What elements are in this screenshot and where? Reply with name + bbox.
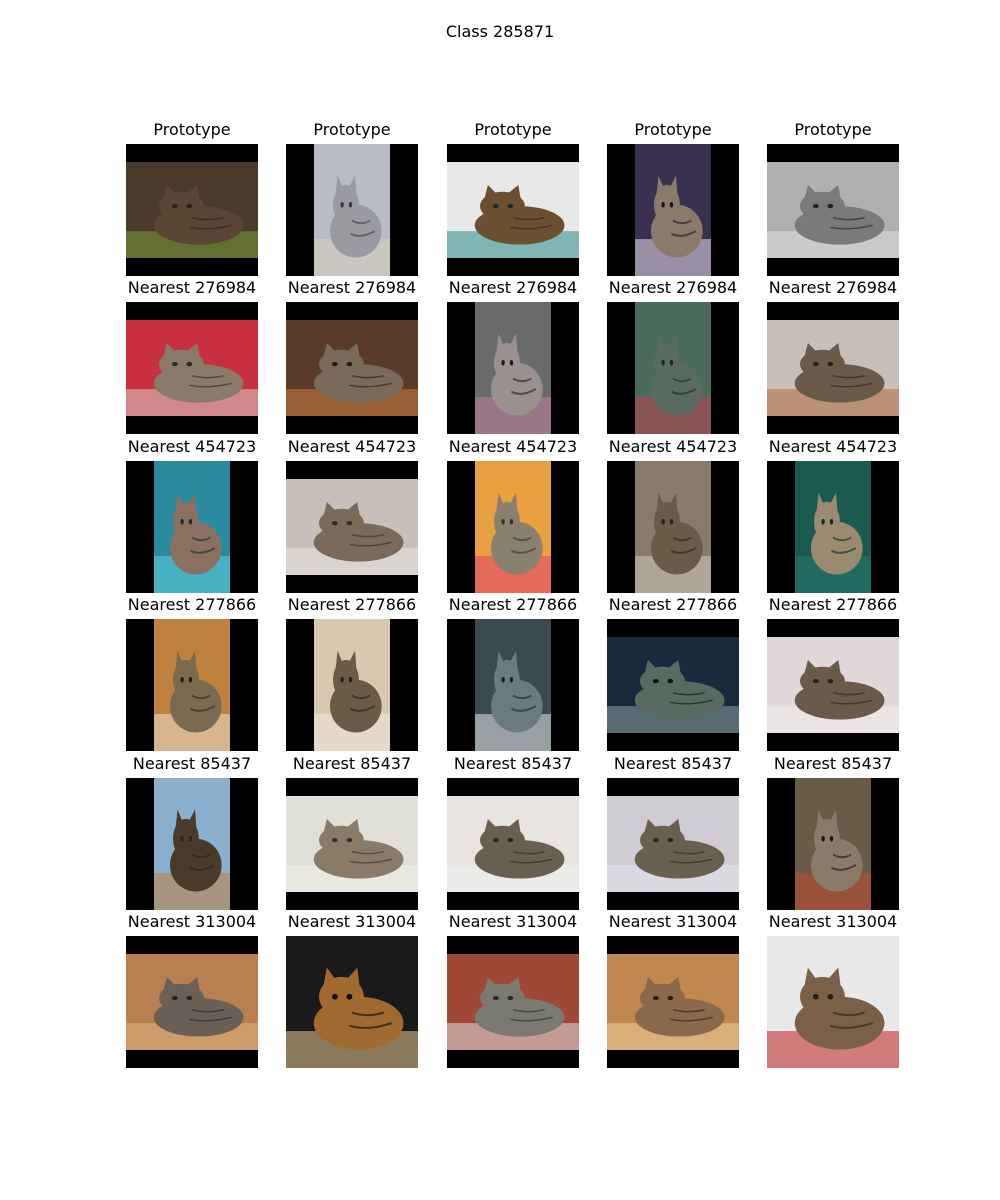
cat-photo-panel	[286, 619, 418, 751]
cat-photo	[767, 162, 899, 258]
cat-photo	[795, 778, 871, 910]
cat-photo-panel	[767, 619, 899, 751]
cat-photo-panel	[126, 778, 258, 910]
cat-photo	[475, 619, 551, 751]
cat-photo	[607, 796, 739, 892]
cat-photo-panel	[126, 936, 258, 1068]
cat-photo	[767, 936, 899, 1068]
cat-photo	[154, 619, 230, 751]
cat-photo	[447, 796, 579, 892]
panel-label: Prototype	[794, 120, 872, 139]
cat-photo-panel	[607, 461, 739, 593]
panel-label: Nearest 313004	[768, 912, 898, 931]
cat-photo	[154, 461, 230, 593]
cat-photo-panel	[286, 144, 418, 276]
cat-photo	[795, 461, 871, 593]
cat-photo	[126, 954, 258, 1050]
panel-label: Nearest 454723	[768, 437, 898, 456]
cat-photo	[475, 461, 551, 593]
cat-photo-panel	[286, 302, 418, 434]
cat-photo	[635, 302, 711, 434]
cat-photo-panel	[126, 302, 258, 434]
cat-photo-panel	[607, 778, 739, 910]
cat-photo-panel	[767, 778, 899, 910]
cat-photo	[286, 936, 418, 1068]
cat-photo-panel	[447, 936, 579, 1068]
cat-photo	[447, 162, 579, 258]
cat-photo	[286, 796, 418, 892]
cat-photo-panel	[126, 619, 258, 751]
cat-photo-panel	[607, 144, 739, 276]
cat-photo	[447, 954, 579, 1050]
cat-photo-panel	[126, 461, 258, 593]
cat-photo-panel	[767, 302, 899, 434]
cat-photo	[767, 637, 899, 733]
figure-title: Class 285871	[445, 22, 555, 41]
cat-photo	[767, 320, 899, 416]
cat-photo-panel	[447, 144, 579, 276]
panel-label: Nearest 276984	[768, 278, 898, 297]
cat-photo	[126, 162, 258, 258]
panel-label: Nearest 277866	[768, 595, 898, 614]
cat-photo	[286, 320, 418, 416]
cat-photo-panel	[607, 302, 739, 434]
cat-photo	[607, 637, 739, 733]
cat-photo	[286, 479, 418, 575]
cat-photo-panel	[447, 302, 579, 434]
cat-photo	[607, 954, 739, 1050]
cat-photo-panel	[447, 778, 579, 910]
cat-photo	[475, 302, 551, 434]
cat-photo-panel	[607, 936, 739, 1068]
cat-photo-panel	[767, 461, 899, 593]
cat-photo-panel	[767, 936, 899, 1068]
cat-photo-panel	[767, 144, 899, 276]
cat-photo-panel	[126, 144, 258, 276]
cat-photo-panel	[286, 778, 418, 910]
cat-photo	[635, 144, 711, 276]
cat-photo	[314, 619, 390, 751]
cat-photo-panel	[286, 936, 418, 1068]
cat-photo-panel	[447, 619, 579, 751]
cat-photo-panel	[447, 461, 579, 593]
cat-photo-panel	[286, 461, 418, 593]
cat-photo	[635, 461, 711, 593]
cat-photo	[314, 144, 390, 276]
panel-label: Nearest 85437	[773, 754, 893, 773]
cat-photo	[126, 320, 258, 416]
cat-photo	[154, 778, 230, 910]
cat-photo-panel	[607, 619, 739, 751]
